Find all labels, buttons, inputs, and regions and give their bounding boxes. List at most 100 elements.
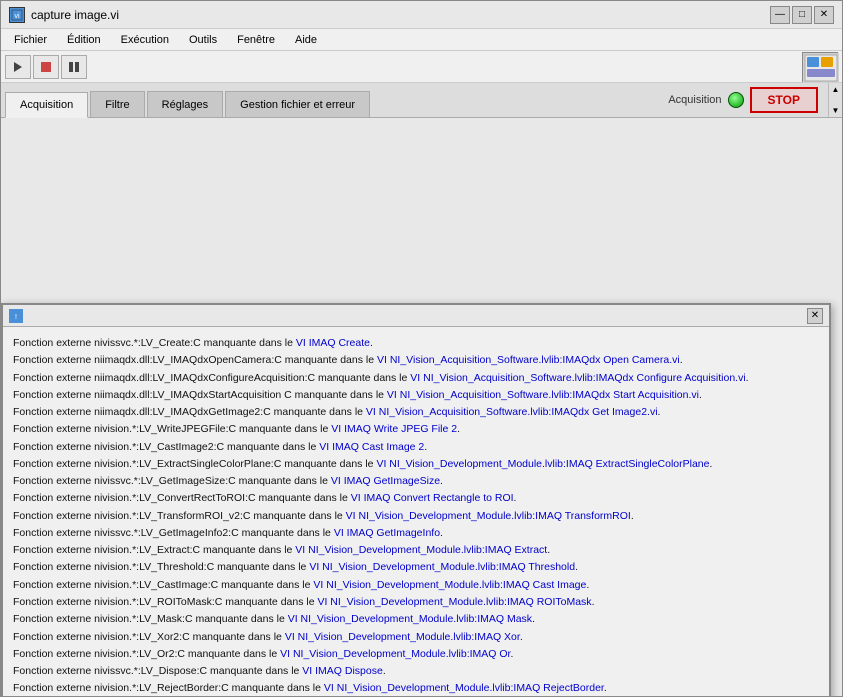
error-text-highlight: VI IMAQ Write JPEG File 2	[331, 423, 457, 435]
error-text-plain: .	[383, 665, 386, 677]
error-text-highlight: VI NI_Vision_Development_Module.lvlib:IM…	[313, 579, 586, 591]
error-text-plain: Fonction externe nivision.*:LV_ConvertRe…	[13, 492, 351, 504]
error-text-plain: Fonction externe nivision.*:LV_WriteJPEG…	[13, 423, 331, 435]
window-controls: — □ ✕	[770, 6, 834, 24]
menu-bar: Fichier Édition Exécution Outils Fenêtre…	[1, 29, 842, 51]
error-line: Fonction externe niimaqdx.dll:LV_IMAQdxS…	[13, 387, 819, 403]
error-line: Fonction externe nivision.*:LV_CastImage…	[13, 439, 819, 455]
error-text-plain: .	[586, 579, 589, 591]
error-text-plain: Fonction externe nivision.*:LV_Or2:C man…	[13, 648, 280, 660]
error-text-plain: Fonction externe nivision.*:LV_CastImage…	[13, 441, 319, 453]
error-text-highlight: VI NI_Vision_Acquisition_Software.lvlib:…	[366, 406, 658, 418]
error-text-plain: Fonction externe niimaqdx.dll:LV_IMAQdxS…	[13, 389, 387, 401]
error-line: Fonction externe nivision.*:LV_CastImage…	[13, 577, 819, 593]
stop-button[interactable]: STOP	[750, 87, 818, 113]
error-line: Fonction externe nivision.*:LV_Extract:C…	[13, 542, 819, 558]
error-line: Fonction externe nivissvc.*:LV_GetImageI…	[13, 525, 819, 541]
error-text-plain: Fonction externe nivissvc.*:LV_GetImageS…	[13, 475, 331, 487]
error-text-plain: .	[699, 389, 702, 401]
error-line: Fonction externe nivision.*:LV_Transform…	[13, 508, 819, 524]
error-text-plain: Fonction externe nivision.*:LV_ROIToMask…	[13, 596, 317, 608]
error-line: Fonction externe nivision.*:LV_Threshold…	[13, 559, 819, 575]
scroll-up-arrow[interactable]: ▲	[832, 85, 840, 94]
error-text-plain: .	[370, 337, 373, 349]
error-text-plain: Fonction externe niimaqdx.dll:LV_IMAQdxC…	[13, 372, 410, 384]
error-line: Fonction externe nivision.*:LV_ExtractSi…	[13, 456, 819, 472]
error-text-plain: Fonction externe nivision.*:LV_Xor2:C ma…	[13, 631, 285, 643]
error-text-highlight: VI IMAQ Convert Rectangle to ROI	[351, 492, 514, 504]
error-text-highlight: VI IMAQ Dispose	[302, 665, 383, 677]
minimize-button[interactable]: —	[770, 6, 790, 24]
error-text-plain: .	[514, 492, 517, 504]
error-text-plain: Fonction externe nivissvc.*:LV_Dispose:C…	[13, 665, 302, 677]
error-text-plain: Fonction externe nivision.*:LV_Extract:C…	[13, 544, 295, 556]
error-text-plain: .	[680, 354, 683, 366]
pause-button[interactable]	[61, 55, 87, 79]
error-line: Fonction externe nivision.*:LV_Xor2:C ma…	[13, 629, 819, 645]
menu-edition[interactable]: Édition	[58, 31, 110, 49]
error-text-plain: Fonction externe nivision.*:LV_Transform…	[13, 510, 346, 522]
title-bar: vi capture image.vi — □ ✕	[1, 1, 842, 29]
window-title: capture image.vi	[31, 8, 770, 22]
tab-acquisition[interactable]: Acquisition	[5, 92, 88, 118]
error-text-highlight: VI NI_Vision_Acquisition_Software.lvlib:…	[410, 372, 745, 384]
menu-execution[interactable]: Exécution	[112, 31, 178, 49]
error-text-plain: .	[440, 475, 443, 487]
stop-toolbar-button[interactable]	[33, 55, 59, 79]
error-text-plain: .	[520, 631, 523, 643]
error-line: Fonction externe nivision.*:LV_Or2:C man…	[13, 646, 819, 662]
error-text-highlight: VI NI_Vision_Acquisition_Software.lvlib:…	[387, 389, 699, 401]
main-window: vi capture image.vi — □ ✕ Fichier Éditio…	[0, 0, 843, 697]
error-text-highlight: VI NI_Vision_Development_Module.lvlib:IM…	[317, 596, 591, 608]
error-text-plain: Fonction externe nivissvc.*:LV_Create:C …	[13, 337, 296, 349]
tab-reglages[interactable]: Réglages	[147, 91, 223, 117]
error-text-plain: Fonction externe nivision.*:LV_CastImage…	[13, 579, 313, 591]
error-dialog-close-button[interactable]: ✕	[807, 308, 823, 324]
error-text-plain: Fonction externe nivision.*:LV_ExtractSi…	[13, 458, 376, 470]
error-text-plain: Fonction externe nivision.*:LV_Mask:C ma…	[13, 613, 288, 625]
menu-fichier[interactable]: Fichier	[5, 31, 56, 49]
svg-text:!: !	[15, 314, 17, 321]
menu-outils[interactable]: Outils	[180, 31, 226, 49]
error-text-highlight: VI NI_Vision_Development_Module.lvlib:IM…	[309, 561, 575, 573]
error-line: Fonction externe nivissvc.*:LV_Dispose:C…	[13, 663, 819, 679]
error-text-plain: .	[510, 648, 513, 660]
menu-fenetre[interactable]: Fenêtre	[228, 31, 284, 49]
error-line: Fonction externe nivision.*:LV_ConvertRe…	[13, 490, 819, 506]
toolbar	[1, 51, 842, 83]
error-line: Fonction externe niimaqdx.dll:LV_IMAQdxG…	[13, 404, 819, 420]
error-text-highlight: VI NI_Vision_Development_Module.lvlib:IM…	[288, 613, 532, 625]
error-text-plain: .	[424, 441, 427, 453]
scroll-down-arrow[interactable]: ▼	[832, 106, 840, 115]
tab-gestion[interactable]: Gestion fichier et erreur	[225, 91, 370, 117]
error-text-highlight: VI NI_Vision_Development_Module.lvlib:IM…	[295, 544, 547, 556]
run-button[interactable]	[5, 55, 31, 79]
error-text-plain: .	[746, 372, 749, 384]
error-text-plain: .	[604, 682, 607, 694]
error-text-highlight: VI IMAQ GetImageSize	[331, 475, 440, 487]
error-text-highlight: VI IMAQ Create	[296, 337, 370, 349]
error-text-plain: .	[592, 596, 595, 608]
tab-filtre[interactable]: Filtre	[90, 91, 144, 117]
error-text-plain: .	[457, 423, 460, 435]
maximize-button[interactable]: □	[792, 6, 812, 24]
error-text-highlight: VI IMAQ GetImageInfo	[334, 527, 440, 539]
error-dialog-titlebar: ! ✕	[3, 305, 829, 327]
error-line: Fonction externe nivision.*:LV_RejectBor…	[13, 680, 819, 696]
error-text-plain: .	[575, 561, 578, 573]
error-content[interactable]: Fonction externe nivissvc.*:LV_Create:C …	[3, 327, 829, 696]
error-line: Fonction externe nivision.*:LV_Mask:C ma…	[13, 611, 819, 627]
close-button[interactable]: ✕	[814, 6, 834, 24]
error-text-highlight: VI NI_Vision_Development_Module.lvlib:IM…	[280, 648, 510, 660]
svg-text:vi: vi	[14, 13, 20, 20]
toolbar-right-panel	[802, 52, 838, 82]
window-icon: vi	[9, 7, 25, 23]
menu-aide[interactable]: Aide	[286, 31, 326, 49]
error-text-highlight: VI IMAQ Cast Image 2	[319, 441, 424, 453]
error-text-plain: Fonction externe nivision.*:LV_Threshold…	[13, 561, 309, 573]
error-line: Fonction externe niimaqdx.dll:LV_IMAQdxC…	[13, 370, 819, 386]
error-dialog-icon: !	[9, 309, 23, 323]
acquisition-led	[728, 92, 744, 108]
error-text-plain: .	[532, 613, 535, 625]
error-line: Fonction externe nivision.*:LV_WriteJPEG…	[13, 421, 819, 437]
